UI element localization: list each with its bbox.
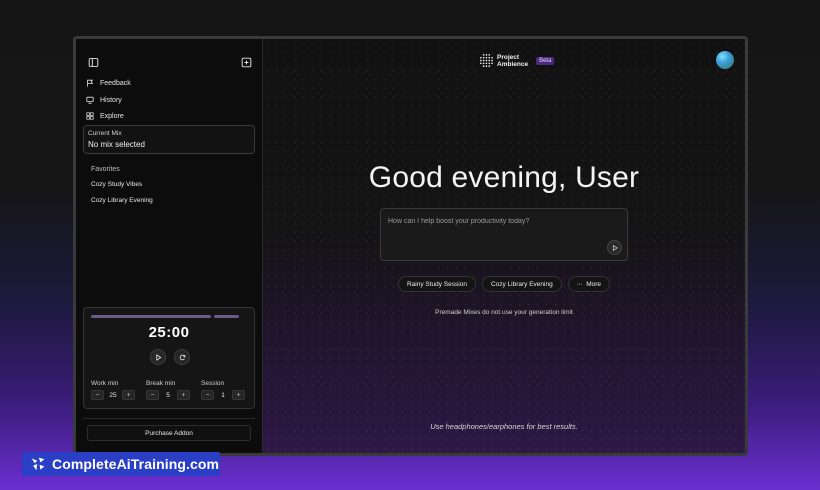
sidebar-item-feedback[interactable]: Feedback [86, 77, 131, 89]
prompt-input[interactable] [388, 215, 608, 227]
increment-button[interactable]: + [232, 390, 245, 400]
play-icon [155, 353, 161, 361]
more-dots-icon: ··· [576, 280, 583, 288]
chip-rainy-study-session[interactable]: Rainy Study Session [397, 276, 476, 292]
favorite-item[interactable]: Cozy Study Vibes [91, 181, 142, 188]
pomodoro-timer: 25:00 Work min − 25 + Break min − 5 + Se… [83, 307, 255, 409]
sparkle-logo-icon [31, 457, 45, 471]
chip-label: Rainy Study Session [406, 280, 467, 288]
monitor-icon [86, 96, 94, 104]
session-stepper: − 1 + [201, 390, 245, 400]
sidebar-item-label: History [100, 96, 122, 104]
sidebar: Feedback History Explore Current Mix No … [76, 39, 263, 453]
decrement-button[interactable]: − [201, 390, 214, 400]
current-mix-label: Current Mix [88, 130, 122, 137]
timer-display: 25:00 [148, 324, 190, 341]
purchase-addon-button[interactable]: Purchase Addon [87, 425, 251, 441]
work-progress-segment [91, 315, 211, 318]
break-min-stepper: − 5 + [146, 390, 190, 400]
new-mix-icon[interactable] [239, 55, 253, 69]
favorite-item[interactable]: Cozy Library Evening [91, 197, 153, 204]
grid-icon [86, 112, 94, 120]
sidebar-divider [83, 418, 255, 419]
flag-icon [87, 79, 94, 87]
toggle-sidebar-icon[interactable] [86, 55, 100, 69]
brand-line-2: Ambience [497, 60, 529, 68]
setting-label: Break min [146, 380, 176, 387]
brand-line-1: Project [497, 53, 520, 61]
sidebar-item-explore[interactable]: Explore [86, 110, 124, 122]
reset-button[interactable] [174, 349, 190, 365]
session-setting: Session − 1 + [201, 380, 245, 400]
main-area: Project Ambience Beta Good evening, User… [263, 39, 745, 453]
stepper-value: 5 [166, 391, 170, 399]
favorites-heading: Favorites [91, 166, 120, 173]
refresh-icon [179, 354, 185, 360]
decrement-button[interactable]: − [91, 390, 104, 400]
stepper-value: 1 [221, 391, 225, 399]
chip-more[interactable]: ··· More [567, 276, 611, 292]
session-progress [91, 315, 248, 318]
decrement-button[interactable]: − [146, 390, 159, 400]
beta-badge: Beta [536, 56, 555, 65]
send-button[interactable] [607, 240, 622, 255]
dot-grid-logo-icon [479, 54, 493, 67]
sidebar-item-label: Explore [100, 112, 124, 120]
headphones-hint: Use headphones/earphones for best result… [430, 422, 578, 431]
brand-logo: Project Ambience Beta [478, 53, 555, 68]
stepper-value: 25 [109, 391, 117, 399]
watermark-text: CompleteAiTraining.com [52, 456, 220, 472]
premade-mix-chips: Rainy Study Session Cozy Library Evening… [263, 276, 745, 292]
current-mix-panel[interactable]: Current Mix No mix selected [83, 125, 255, 154]
prompt-box [380, 208, 628, 261]
user-avatar[interactable] [716, 51, 734, 69]
plus-square-icon [241, 57, 251, 67]
break-progress-segment [214, 315, 239, 318]
app-window: Feedback History Explore Current Mix No … [73, 36, 748, 456]
sidebar-item-label: Feedback [100, 79, 131, 87]
chip-cozy-library-evening[interactable]: Cozy Library Evening [481, 276, 562, 292]
page-title: Good evening, User [368, 161, 640, 194]
chip-label: Cozy Library Evening [490, 280, 553, 288]
watermark: CompleteAiTraining.com [22, 452, 220, 476]
current-mix-value: No mix selected [88, 140, 145, 149]
work-min-setting: Work min − 25 + [91, 380, 135, 400]
sidebar-item-history[interactable]: History [86, 94, 122, 106]
work-min-stepper: − 25 + [91, 390, 135, 400]
increment-button[interactable]: + [177, 390, 190, 400]
send-arrow-icon [612, 244, 618, 251]
setting-label: Session [201, 380, 225, 387]
break-min-setting: Break min − 5 + [146, 380, 190, 400]
play-button[interactable] [150, 349, 166, 365]
sidebar-panel-icon [88, 57, 98, 67]
increment-button[interactable]: + [122, 390, 135, 400]
chip-label: More [586, 280, 602, 288]
premade-note: Premade Mixes do not use your generation… [435, 309, 573, 316]
setting-label: Work min [91, 380, 119, 387]
brand-name: Project Ambience [497, 54, 528, 68]
